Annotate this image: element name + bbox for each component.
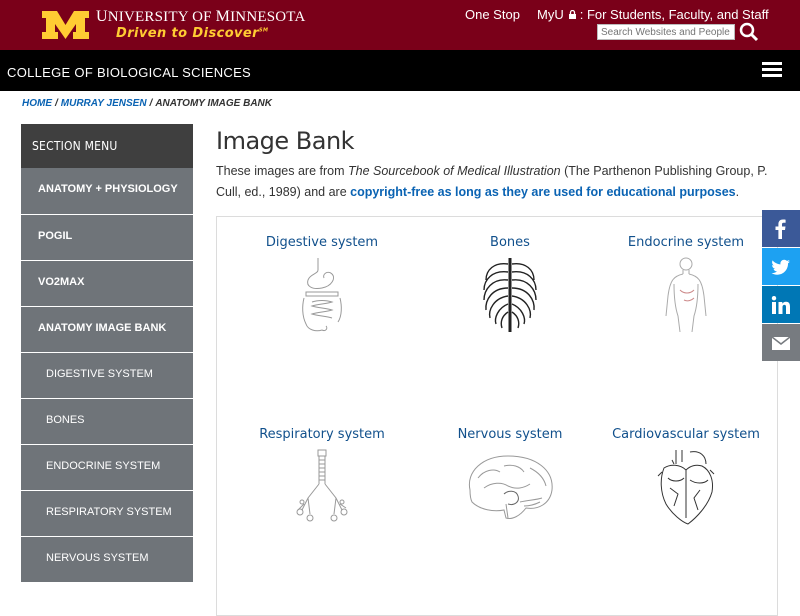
gallery-item-respiratory[interactable]: Respiratory system [227,427,417,526]
gallery-item-nervous[interactable]: Nervous system [415,427,605,526]
brain-icon[interactable] [464,448,556,526]
sidebar-item-anatomy-physiology[interactable]: ANATOMY + PHYSIOLOGY [21,168,193,214]
heart-icon[interactable] [656,448,716,526]
gallery-label[interactable]: Endocrine system [591,235,781,250]
breadcrumb-parent[interactable]: MURRAY JENSEN [61,98,147,109]
myu-link[interactable]: MyU: For Students, Faculty, and Staff [537,7,769,22]
endocrine-icon[interactable] [656,256,716,334]
sidebar-item-nervous-system[interactable]: NERVOUS SYSTEM [21,536,193,582]
college-bar: COLLEGE OF BIOLOGICAL SCIENCES [0,50,800,91]
gallery-label[interactable]: Nervous system [415,427,605,442]
respiratory-icon[interactable] [292,448,352,526]
gallery-item-bones[interactable]: Bones [415,235,605,334]
gallery-item-endocrine[interactable]: Endocrine system [591,235,781,334]
sidebar-item-pogil[interactable]: POGIL [21,214,193,260]
email-share-button[interactable] [762,324,800,361]
breadcrumb-current: ANATOMY IMAGE BANK [155,98,272,109]
gallery-item-digestive[interactable]: Digestive system [227,235,417,334]
sidebar-item-respiratory-system[interactable]: RESPIRATORY SYSTEM [21,490,193,536]
gallery-label[interactable]: Digestive system [227,235,417,250]
section-menu-heading: SECTION MENU [21,124,193,168]
facebook-share-button[interactable] [762,210,800,247]
share-toolbar [762,210,800,362]
sidebar-item-digestive-system[interactable]: DIGESTIVE SYSTEM [21,352,193,398]
gallery-label[interactable]: Bones [415,235,605,250]
ribcage-icon[interactable] [480,256,540,334]
section-menu: SECTION MENU ANATOMY + PHYSIOLOGY POGIL … [21,124,193,582]
sidebar-item-anatomy-image-bank[interactable]: ANATOMY IMAGE BANK [21,306,193,352]
sidebar-item-vo2max[interactable]: VO2MAX [21,260,193,306]
sidebar-item-endocrine-system[interactable]: ENDOCRINE SYSTEM [21,444,193,490]
twitter-share-button[interactable] [762,248,800,285]
digestive-icon[interactable] [292,256,352,334]
gallery-label[interactable]: Respiratory system [227,427,417,442]
lock-icon [568,10,576,19]
breadcrumb-home[interactable]: HOME [22,98,52,109]
search-input[interactable] [597,24,735,40]
gallery-label[interactable]: Cardiovascular system [591,427,781,442]
facebook-icon [775,219,786,239]
twitter-icon [771,259,790,275]
email-icon [771,336,791,350]
breadcrumb: HOME / MURRAY JENSEN / ANATOMY IMAGE BANK [22,98,272,109]
copyright-link[interactable]: copyright-free as long as they are used … [350,185,736,199]
linkedin-icon [771,296,790,314]
one-stop-link[interactable]: One Stop [465,7,520,22]
gallery-item-cardiovascular[interactable]: Cardiovascular system [591,427,781,526]
image-gallery: Digestive system Bones Endocrine system [216,216,778,616]
college-name-link[interactable]: COLLEGE OF BIOLOGICAL SCIENCES [7,65,251,80]
block-m-logo-icon[interactable] [42,11,89,39]
search-icon[interactable] [739,22,759,42]
linkedin-share-button[interactable] [762,286,800,323]
university-name[interactable]: UNIVERSITY OF MINNESOTA [96,8,306,26]
page-title: Image Bank [216,127,355,155]
intro-text: These images are from The Sourcebook of … [216,164,768,199]
hamburger-menu-icon[interactable] [762,62,782,78]
university-header: UNIVERSITY OF MINNESOTA Driven to Discov… [0,0,800,50]
tagline: Driven to DiscoverSM [116,26,269,41]
sidebar-item-bones[interactable]: BONES [21,398,193,444]
